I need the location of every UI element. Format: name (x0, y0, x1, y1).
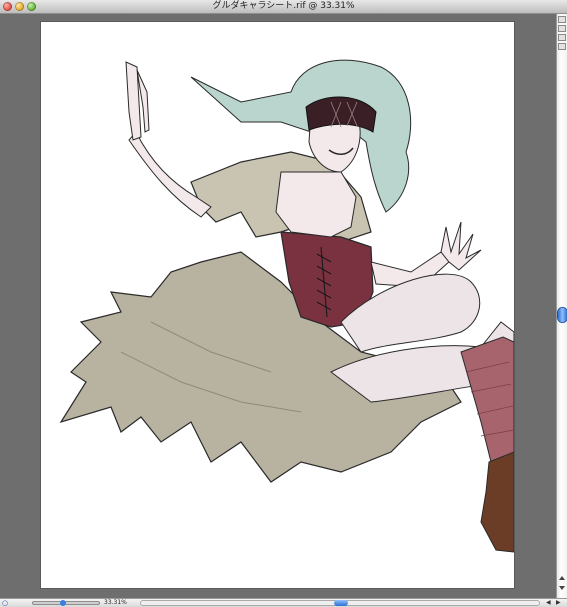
arrow-down-icon[interactable] (559, 586, 565, 590)
horizontal-scroll-thumb[interactable] (334, 600, 348, 606)
grid-icon[interactable] (558, 34, 566, 41)
document-canvas[interactable] (41, 22, 514, 588)
horizontal-scrollbar[interactable] (140, 600, 540, 606)
layers-icon[interactable] (558, 25, 566, 32)
zoom-slider[interactable] (32, 600, 100, 606)
canvas-area[interactable] (0, 14, 556, 598)
stocking (460, 336, 514, 463)
navigator-icon[interactable] (558, 16, 566, 23)
arrow-up-icon[interactable] (559, 576, 565, 580)
window-title: グルダキャラシート.rif @ 33.31% (212, 1, 355, 11)
raised-arm (128, 131, 212, 218)
boot (480, 451, 514, 553)
vertical-scroll-thumb[interactable] (558, 308, 567, 322)
ruler-icon[interactable] (558, 43, 566, 50)
window-titlebar[interactable]: グルダキャラシート.rif @ 33.31% (0, 0, 567, 14)
zoom-slider-knob[interactable] (60, 600, 66, 606)
character-illustration (59, 59, 514, 553)
torso (275, 171, 357, 238)
raised-hand (125, 61, 150, 141)
vertical-scrollbar[interactable] (556, 14, 567, 598)
